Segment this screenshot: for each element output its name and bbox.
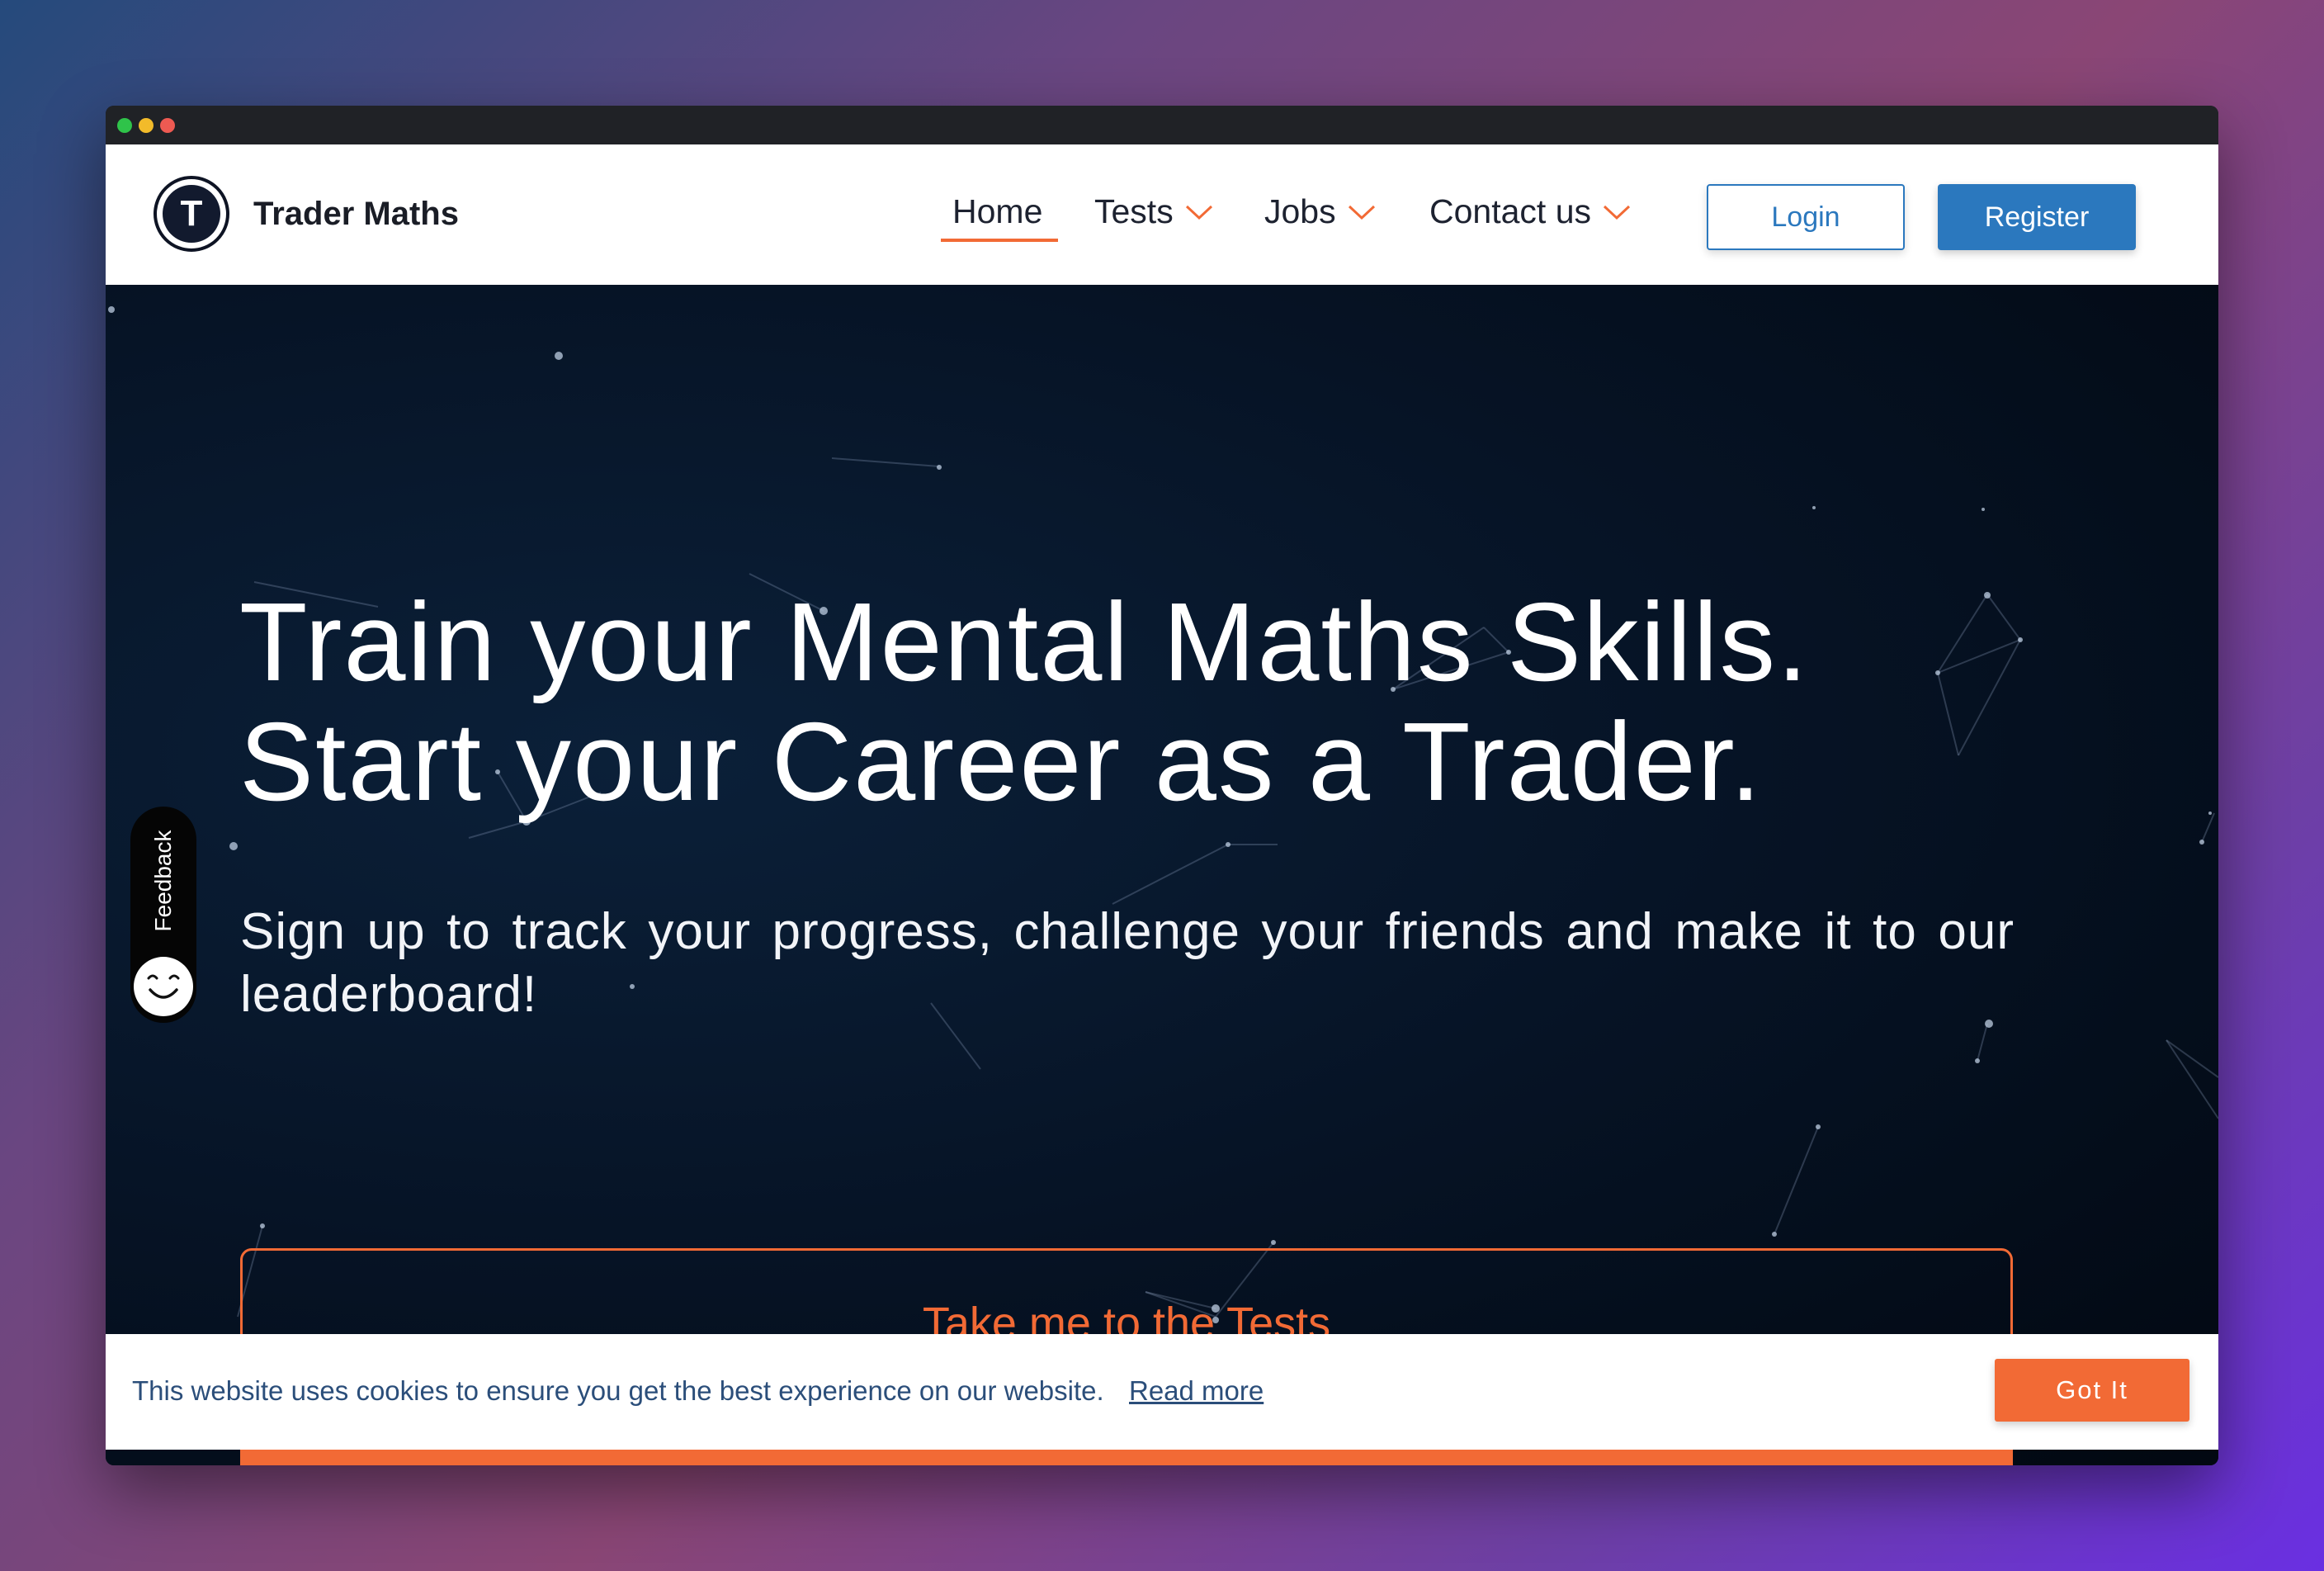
nav-contact-label: Contact us [1429, 192, 1591, 230]
browser-window: T Trader Maths Home Tests Jobs Contact u… [106, 106, 2218, 1465]
logo-letter: T [163, 185, 220, 243]
site-navbar: T Trader Maths Home Tests Jobs Contact u… [106, 144, 2218, 285]
nav-tests-label: Tests [1094, 192, 1174, 230]
cookie-message: This website uses cookies to ensure you … [132, 1375, 1104, 1406]
nav-home-label: Home [952, 192, 1043, 230]
hero-headline: Train your Mental Maths Skills. Start yo… [239, 582, 2137, 821]
login-button[interactable]: Login [1707, 184, 1905, 250]
hero-headline-line1: Train your Mental Maths Skills. [239, 580, 1810, 704]
nav-contact[interactable]: Contact us [1429, 192, 1631, 231]
hero-subline: Sign up to track your progress, challeng… [240, 903, 2015, 1023]
chevron-down-icon [1348, 205, 1375, 220]
cookie-banner: This website uses cookies to ensure you … [106, 1334, 2218, 1450]
nav-home[interactable]: Home [952, 192, 1042, 231]
nav-jobs-label: Jobs [1264, 192, 1336, 230]
hero-headline-line2: Start your Career as a Trader. [239, 699, 1763, 824]
smiley-icon [134, 957, 193, 1016]
chevron-down-icon [1603, 205, 1631, 220]
window-minimize-button[interactable] [139, 118, 154, 133]
nav-jobs[interactable]: Jobs [1264, 192, 1376, 231]
hero-section: Train your Mental Maths Skills. Start yo… [106, 285, 2218, 1465]
active-nav-underline [941, 239, 1058, 242]
nav-tests[interactable]: Tests [1094, 192, 1213, 231]
register-button[interactable]: Register [1938, 184, 2136, 250]
brand-name[interactable]: Trader Maths [253, 196, 459, 233]
cookie-read-more-link[interactable]: Read more [1129, 1375, 1264, 1407]
logo-icon[interactable]: T [154, 176, 229, 252]
feedback-tab[interactable]: Feedback [130, 807, 196, 1023]
window-maximize-button[interactable] [117, 118, 132, 133]
chevron-down-icon [1185, 205, 1212, 220]
feedback-label: Feedback [150, 830, 176, 932]
window-titlebar [106, 106, 2218, 144]
cookie-accept-button[interactable]: Got It [1995, 1359, 2189, 1422]
window-close-button[interactable] [160, 118, 175, 133]
